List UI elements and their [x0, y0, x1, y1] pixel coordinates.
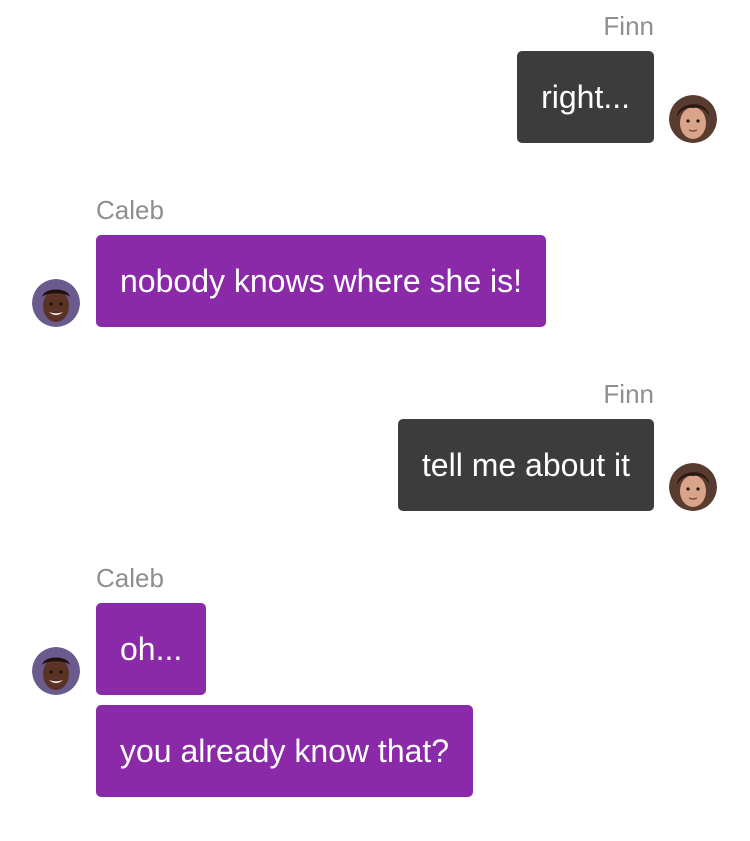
- message-bubble-finn[interactable]: tell me about it: [397, 419, 654, 511]
- caleb-avatar-icon[interactable]: [32, 279, 80, 327]
- sender-name-finn: Finn: [603, 379, 654, 409]
- finn-avatar-icon[interactable]: [669, 463, 717, 511]
- sender-name-caleb: Caleb: [96, 563, 164, 593]
- message-bubble-caleb[interactable]: oh...: [96, 603, 207, 695]
- caleb-avatar-icon[interactable]: [32, 647, 80, 695]
- finn-avatar-icon[interactable]: [669, 95, 717, 143]
- message-bubble-finn[interactable]: right...: [517, 51, 654, 143]
- message-bubble-caleb[interactable]: nobody knows where she is!: [96, 235, 546, 327]
- sender-name-finn: Finn: [603, 11, 654, 41]
- message-bubble-caleb[interactable]: you already know that?: [96, 705, 474, 797]
- sender-name-caleb: Caleb: [96, 195, 164, 225]
